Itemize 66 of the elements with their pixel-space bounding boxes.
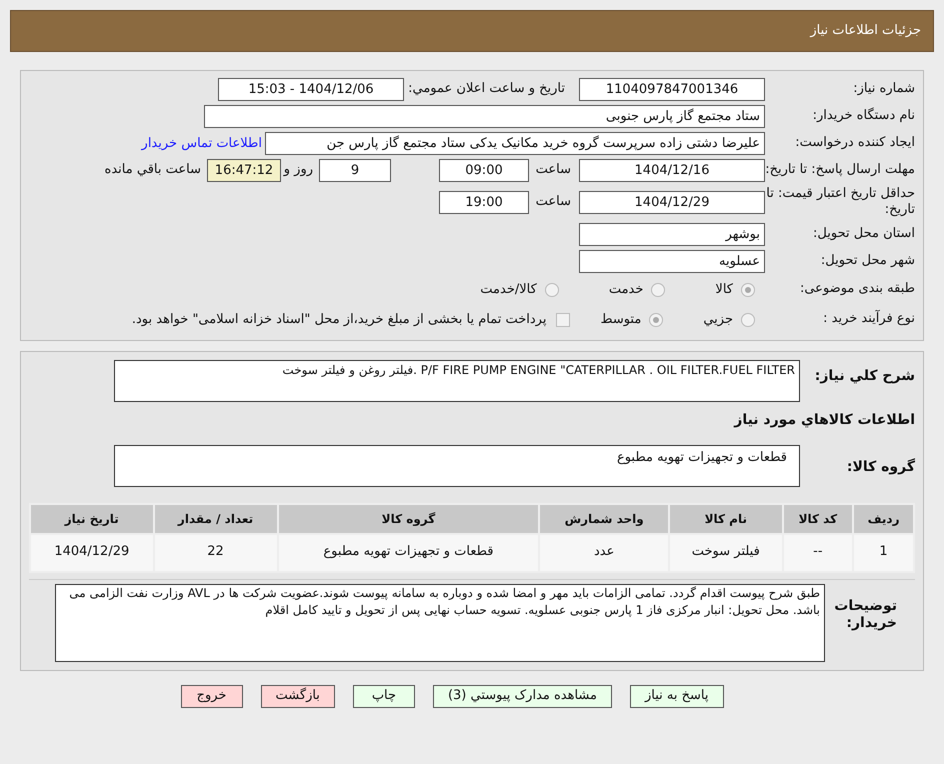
- text-field[interactable]: 09:00: [439, 159, 529, 182]
- action-button[interactable]: پاسخ به نیاز: [630, 684, 724, 708]
- goods-group-textarea[interactable]: قطعات و تجهیزات تهویه مطبوع: [114, 444, 800, 486]
- buyer-contact-link[interactable]: اطلاعات تماس خریدار: [142, 134, 262, 154]
- field-label: نوع فرآیند خرید :: [822, 311, 915, 328]
- radio-button[interactable]: [649, 312, 664, 326]
- text-field[interactable]: 1104097847001346: [579, 78, 765, 101]
- column-header: ردیف: [853, 504, 914, 534]
- column-header: کد کالا: [782, 504, 854, 534]
- notes-textarea[interactable]: طبق شرح پیوست اقدام گردد. تمامی الزامات باید مهر و امضا شده و دوباره به سامانه پیوست شوند.عضویت شرکت ها در AVL وزارت نفت الزامی می باشد. محل تحویل: انبار مرکزی فاز 1 پارس جنوبی عسلویه. تسویه حساب نهایی پس از تحویل و تایید کامل اقلام: [55, 584, 825, 662]
- text-field[interactable]: 1404/12/16: [579, 159, 765, 182]
- text-field[interactable]: 19:00: [439, 190, 529, 214]
- field-label: ساعت: [534, 162, 572, 179]
- page-title: جزئیات اطلاعات نیاز: [810, 22, 921, 40]
- field-label: شهر محل تحویل:: [820, 252, 915, 270]
- field-label: مهلت ارسال پاسخ: تا تاریخ:: [765, 162, 915, 179]
- checkbox-label: پرداخت تمام یا بخشی از مبلغ خرید،از محل "اسناد خزانه اسلامی" خواهد بود.: [132, 310, 546, 329]
- text-field[interactable]: ستاد مجتمع گاز پارس جنوبی: [204, 105, 765, 128]
- field-label: حداقل تاریخ اعتبار قیمت: تا تاریخ:: [765, 186, 915, 218]
- column-header: گروه کالا: [278, 504, 540, 534]
- text-field[interactable]: بوشهر: [579, 222, 765, 246]
- field-label: گروه کالا:: [846, 457, 915, 476]
- action-button[interactable]: مشاهده مدارک پیوستي (3): [432, 684, 612, 708]
- text-field[interactable]: 9: [319, 159, 391, 182]
- field-label: ایجاد کننده درخواست:: [794, 135, 915, 152]
- table-cell: قطعات و تجهیزات تهویه مطبوع: [278, 534, 540, 572]
- field-label: شماره نیاز:: [852, 81, 915, 98]
- radio-button[interactable]: [651, 282, 666, 296]
- text-field[interactable]: 16:47:12: [207, 159, 281, 182]
- radio-label: متوسط: [600, 310, 642, 329]
- table-cell: 1404/12/29: [30, 534, 154, 572]
- field-label: نام دستگاه خریدار:: [812, 108, 915, 125]
- table-cell: فیلتر سوخت: [669, 534, 783, 572]
- text-field[interactable]: عسلویه: [579, 250, 765, 272]
- section-title: اطلاعات کالاهاي مورد نیاز: [732, 410, 915, 430]
- field-label: توضیحات خریدار:: [833, 596, 898, 632]
- column-header: واحد شمارش: [539, 504, 669, 534]
- radio-button[interactable]: [544, 282, 559, 296]
- text-field[interactable]: 1404/12/29: [579, 190, 765, 214]
- field-label: تاریخ و ساعت اعلان عمومي:: [407, 81, 566, 98]
- radio-button[interactable]: [741, 282, 755, 296]
- radio-label: جزيي: [703, 310, 733, 329]
- text-field[interactable]: 1404/12/06 - 15:03: [218, 78, 404, 101]
- column-header: نام کالا: [669, 504, 783, 534]
- radio-label: خدمت: [608, 280, 644, 299]
- radio-label: کالا: [715, 280, 733, 299]
- radio-label: کالا/خدمت: [480, 280, 537, 299]
- field-label: روز و: [282, 162, 314, 179]
- column-header: تعداد / مقدار: [154, 504, 278, 534]
- field-label: طبقه بندی موضوعی:: [798, 281, 915, 298]
- field-label: ساعت باقي مانده: [104, 162, 202, 179]
- checkbox[interactable]: [556, 312, 570, 326]
- action-button[interactable]: بازگشت: [260, 684, 335, 708]
- field-label: استان محل تحویل:: [812, 226, 915, 242]
- action-button[interactable]: خروج: [180, 684, 243, 708]
- table-cell: --: [782, 534, 854, 572]
- field-label: شرح کلي نیاز:: [814, 366, 915, 385]
- action-button[interactable]: چاپ: [352, 684, 415, 708]
- text-field[interactable]: علیرضا دشتی زاده سرپرست گروه خرید مکانیک یدکی ستاد مجتمع گاز پارس جن: [265, 132, 765, 155]
- table-cell: عدد: [539, 534, 669, 572]
- table-cell: 1: [853, 534, 914, 572]
- field-label: ساعت: [534, 194, 572, 210]
- column-header: تاریخ نیاز: [30, 504, 154, 534]
- radio-button[interactable]: [741, 312, 755, 326]
- table-cell: 22: [154, 534, 278, 572]
- description-textarea[interactable]: P/F FIRE PUMP ENGINE "CATERPILLAR . OIL FILTER.FUEL FILTER .فیلتر روغن و فیلتر سوخت: [114, 360, 800, 402]
